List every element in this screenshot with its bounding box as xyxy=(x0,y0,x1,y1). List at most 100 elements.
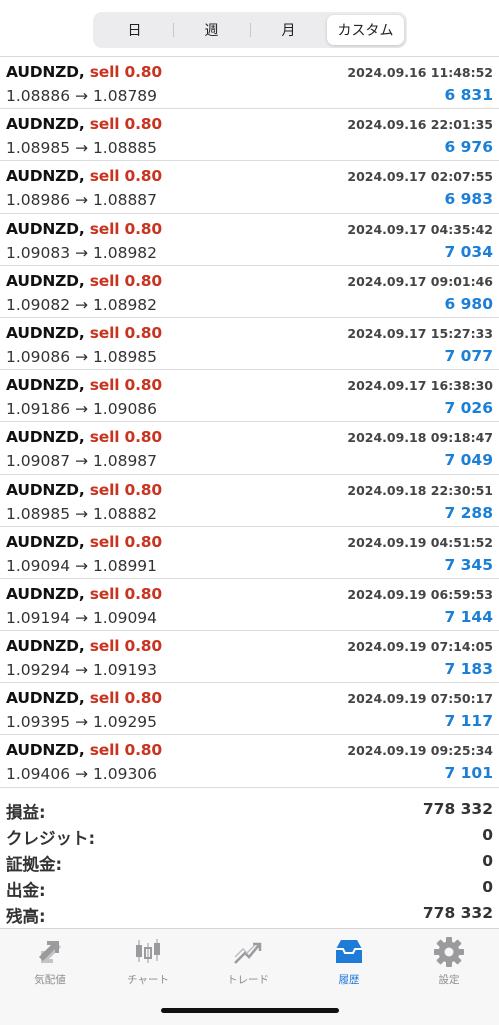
trade-prices: 1.09082 → 1.08982 xyxy=(6,295,158,314)
trade-row[interactable]: AUDNZD, sell 0.80 2024.09.17 04:35:42 1.09… xyxy=(0,214,499,266)
trade-symbol: AUDNZD, sell 0.80 xyxy=(6,428,162,446)
trade-time: 2024.09.16 22:01:35 xyxy=(347,117,493,133)
trade-profit: 7 101 xyxy=(444,764,493,783)
period-tab-month[interactable]: 月 xyxy=(250,15,327,45)
trade-row[interactable]: AUDNZD, sell 0.80 2024.09.19 06:59:53 1.09… xyxy=(0,579,499,632)
trade-side: sell 0.80 xyxy=(89,167,162,186)
trade-time: 2024.09.19 09:25:34 xyxy=(347,743,493,759)
trade-side: sell 0.80 xyxy=(89,323,162,342)
history-icon xyxy=(336,940,362,963)
trade-row[interactable]: AUDNZD, sell 0.80 2024.09.17 09:01:46 1.09… xyxy=(0,266,499,318)
trade-profit: 7 183 xyxy=(444,660,493,679)
tab-quotes[interactable]: 気配値 xyxy=(10,935,90,991)
trade-row[interactable]: AUDNZD, sell 0.80 2024.09.16 22:01:35 1.08… xyxy=(0,109,499,162)
trade-profit: 7 144 xyxy=(444,607,493,626)
trade-time: 2024.09.17 02:07:55 xyxy=(347,169,493,185)
period-tab-day[interactable]: 日 xyxy=(96,15,173,45)
trade-row[interactable]: AUDNZD, sell 0.80 2024.09.18 22:30:51 1.08… xyxy=(0,475,499,527)
trade-time: 2024.09.17 15:27:33 xyxy=(347,325,493,341)
trade-row[interactable]: AUDNZD, sell 0.80 2024.09.17 15:27:33 1.09… xyxy=(0,318,499,371)
symbol-name: AUDNZD, xyxy=(6,532,85,551)
tab-chart[interactable]: チャート xyxy=(108,935,188,991)
trade-side: sell 0.80 xyxy=(89,428,162,447)
symbol-name: AUDNZD, xyxy=(6,428,85,447)
trade-symbol: AUDNZD, sell 0.80 xyxy=(6,481,162,499)
period-tab-custom[interactable]: カスタム xyxy=(327,15,404,45)
trade-row[interactable]: AUDNZD, sell 0.80 2024.09.19 04:51:52 1.09… xyxy=(0,527,499,579)
trade-side: sell 0.80 xyxy=(89,376,162,395)
trade-side: sell 0.80 xyxy=(89,532,162,551)
trade-prices: 1.09194 → 1.09094 xyxy=(6,608,158,627)
summary-value: 778 332 xyxy=(422,904,493,922)
trade-row[interactable]: AUDNZD, sell 0.80 2024.09.18 09:18:47 1.09… xyxy=(0,422,499,475)
tab-label: 気配値 xyxy=(34,974,66,986)
trade-prices: 1.08985 → 1.08885 xyxy=(6,139,158,158)
trade-row[interactable]: AUDNZD, sell 0.80 2024.09.17 02:07:55 1.08… xyxy=(0,161,499,214)
trade-row[interactable]: AUDNZD, sell 0.80 2024.09.19 09:25:34 1.09… xyxy=(0,735,499,788)
trade-time: 2024.09.16 11:48:52 xyxy=(347,65,493,80)
summary-row: 証拠金: 0 xyxy=(0,849,499,875)
trade-prices: 1.09294 → 1.09193 xyxy=(6,661,158,680)
trade-prices: 1.08985 → 1.08882 xyxy=(6,504,158,523)
trade-time: 2024.09.17 09:01:46 xyxy=(347,273,493,289)
summary-row: クレジット: 0 xyxy=(0,823,499,849)
trade-time: 2024.09.18 09:18:47 xyxy=(347,430,493,446)
trade-profit: 6 976 xyxy=(444,138,493,157)
trade-row[interactable]: AUDNZD, sell 0.80 2024.09.16 11:48:52 1.08… xyxy=(0,57,499,110)
tab-history[interactable]: 履歴 xyxy=(309,935,389,991)
trade-prices: 1.09186 → 1.09086 xyxy=(6,400,158,419)
summary-label: 残高: xyxy=(6,907,46,926)
trade-row[interactable]: AUDNZD, sell 0.80 2024.09.19 07:14:05 1.09… xyxy=(0,631,499,684)
trade-profit: 7 077 xyxy=(444,346,493,365)
trade-prices: 1.08886 → 1.08789 xyxy=(6,87,158,105)
tab-label: チャート xyxy=(127,974,169,986)
tab-settings[interactable]: 設定 xyxy=(409,935,489,991)
trade-prices: 1.09083 → 1.08982 xyxy=(6,243,158,262)
trade-icon xyxy=(234,942,262,964)
symbol-name: AUDNZD, xyxy=(6,115,85,134)
trade-time: 2024.09.17 16:38:30 xyxy=(347,378,493,394)
trade-side: sell 0.80 xyxy=(89,637,162,656)
trade-side: sell 0.80 xyxy=(89,271,162,290)
trade-prices: 1.09406 → 1.09306 xyxy=(6,765,158,784)
trade-row[interactable]: AUDNZD, sell 0.80 2024.09.17 16:38:30 1.09… xyxy=(0,370,499,423)
trade-profit: 7 345 xyxy=(444,555,493,574)
summary-value: 0 xyxy=(482,878,493,896)
account-summary: 損益: 778 332 クレジット: 0 証拠金: 0 出金: 0 残高: 778 332 xyxy=(0,797,499,927)
period-tab-week[interactable]: 週 xyxy=(173,15,250,45)
trade-time: 2024.09.19 07:50:17 xyxy=(347,691,493,707)
summary-label: 損益: xyxy=(6,803,46,822)
trade-symbol: AUDNZD, sell 0.80 xyxy=(6,376,162,394)
summary-row: 残高: 778 332 xyxy=(0,901,499,927)
trade-side: sell 0.80 xyxy=(89,63,162,81)
trade-symbol: AUDNZD, sell 0.80 xyxy=(6,220,162,238)
symbol-name: AUDNZD, xyxy=(6,376,85,395)
trade-side: sell 0.80 xyxy=(89,480,162,499)
trade-time: 2024.09.19 04:51:52 xyxy=(347,534,493,550)
symbol-name: AUDNZD, xyxy=(6,584,85,603)
trade-side: sell 0.80 xyxy=(89,689,162,708)
symbol-name: AUDNZD, xyxy=(6,323,85,342)
quotes-icon xyxy=(39,941,61,963)
trade-history-list: AUDNZD, sell 0.80 2024.09.16 11:48:52 1.08… xyxy=(0,57,499,788)
symbol-name: AUDNZD, xyxy=(6,271,85,290)
trade-side: sell 0.80 xyxy=(89,584,162,603)
trade-symbol: AUDNZD, sell 0.80 xyxy=(6,689,162,707)
trade-symbol: AUDNZD, sell 0.80 xyxy=(6,63,162,81)
trade-time: 2024.09.17 04:35:42 xyxy=(347,221,493,237)
trade-profit: 6 831 xyxy=(444,86,493,104)
tab-label: 設定 xyxy=(438,974,460,986)
symbol-name: AUDNZD, xyxy=(6,741,85,760)
trade-side: sell 0.80 xyxy=(89,115,162,134)
tab-trade[interactable]: トレード xyxy=(208,935,288,991)
trade-side: sell 0.80 xyxy=(89,741,162,760)
trade-profit: 6 983 xyxy=(444,190,493,209)
summary-row: 出金: 0 xyxy=(0,875,499,901)
trade-symbol: AUDNZD, sell 0.80 xyxy=(6,272,162,290)
trade-row[interactable]: AUDNZD, sell 0.80 2024.09.19 07:50:17 1.09… xyxy=(0,683,499,736)
trade-time: 2024.09.18 22:30:51 xyxy=(347,482,493,498)
period-segmented-control: 日 週 月 カスタム xyxy=(93,12,407,48)
summary-label: 出金: xyxy=(6,881,46,900)
trade-profit: 7 288 xyxy=(444,503,493,522)
symbol-name: AUDNZD, xyxy=(6,219,85,238)
